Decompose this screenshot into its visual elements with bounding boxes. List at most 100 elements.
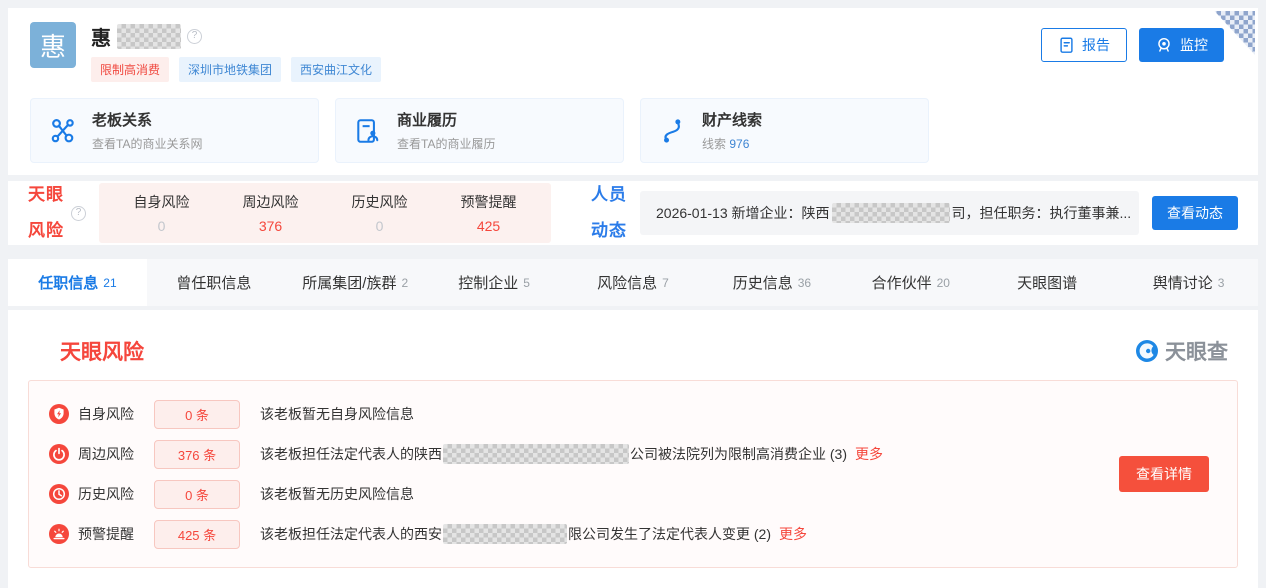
tab-tianyan-graph[interactable]: 天眼图谱: [980, 259, 1119, 306]
risk-stats-box: 自身风险 0 周边风险 376 历史风险 0 预警提醒 425: [99, 183, 551, 243]
header-actions: 报告 监控: [1041, 28, 1224, 62]
redacted-company-blur: [443, 444, 629, 464]
name-row: 惠 ?: [91, 22, 381, 50]
clue-count-value: 976: [729, 137, 749, 151]
tag-shenzhen-metro-group[interactable]: 深圳市地铁集团: [179, 57, 281, 82]
promo-card-text: 财产线索 线索 976: [702, 109, 762, 152]
stat-peripheral-risk[interactable]: 周边风险 376: [216, 192, 325, 234]
more-link[interactable]: 更多: [779, 524, 807, 544]
tab-count: 7: [662, 276, 669, 290]
redacted-company-blur: [832, 203, 950, 223]
name-help-icon[interactable]: ?: [187, 29, 202, 44]
risk-row-label: 自身风险: [78, 404, 142, 424]
risk-text-suffix: 限公司发生了法定代表人变更 (2): [568, 524, 771, 544]
stat-label: 预警提醒: [434, 192, 543, 212]
personnel-dynamics-logo: 人员 动态: [591, 168, 627, 258]
report-document-icon: [1058, 36, 1075, 54]
tab-count: 20: [937, 276, 950, 290]
tab-count: 36: [798, 276, 811, 290]
stat-value: 376: [216, 218, 325, 234]
report-button[interactable]: 报告: [1041, 28, 1127, 62]
card-boss-relations[interactable]: 老板关系 查看TA的商业关系网: [30, 98, 319, 163]
report-button-label: 报告: [1082, 35, 1110, 55]
tab-count: 21: [103, 276, 116, 290]
risk-row-history: 历史风险 0 条 该老板暂无历史风险信息: [49, 474, 997, 514]
stat-value: 0: [325, 218, 434, 234]
stat-value: 0: [107, 218, 216, 234]
avatar: 惠: [30, 22, 76, 68]
tags-row: 限制高消费 深圳市地铁集团 西安曲江文化: [91, 57, 381, 82]
dynamics-news-box: 2026-01-13 新增企业：陕西 司，担任职务：执行董事兼...: [640, 191, 1139, 235]
risk-row-text: 该老板暂无自身风险信息: [260, 404, 414, 424]
risk-text-suffix: 公司被法院列为限制高消费企业 (3): [630, 444, 847, 464]
risk-text-prefix: 该老板担任法定代表人的西安: [260, 524, 442, 544]
header-info: 惠 ? 限制高消费 深圳市地铁集团 西安曲江文化: [91, 22, 381, 82]
tianyancha-brand-logo: 天眼查: [1136, 336, 1228, 366]
stat-label: 周边风险: [216, 192, 325, 212]
redacted-company-blur: [443, 524, 567, 544]
promo-cards-row: 老板关系 查看TA的商业关系网 商业履历 查看TA的商业履历 财产线索: [30, 98, 1236, 163]
tianyan-risk-logo-line2: 风险: [28, 222, 64, 240]
person-name: 惠: [91, 22, 111, 51]
more-link[interactable]: 更多: [855, 444, 883, 464]
alarm-icon: [49, 524, 69, 544]
risk-content-card: 天眼风险 天眼查 自身风险 0 条 该老板暂无自身风险信息: [8, 310, 1258, 588]
tab-partners[interactable]: 合作伙伴20: [841, 259, 980, 306]
tab-label: 风险信息: [597, 272, 657, 293]
risk-row-text: 该老板担任法定代表人的西安 限公司发生了法定代表人变更 (2) 更多: [260, 524, 807, 544]
stat-value: 425: [434, 218, 543, 234]
tab-former-positions[interactable]: 曾任职信息: [147, 259, 286, 306]
section-title: 天眼风险: [60, 336, 144, 366]
monitor-button[interactable]: 监控: [1139, 28, 1224, 62]
risk-text-prefix: 该老板担任法定代表人的陕西: [260, 444, 442, 464]
card-business-resume[interactable]: 商业履历 查看TA的商业履历: [335, 98, 624, 163]
tab-controlled-companies[interactable]: 控制企业5: [425, 259, 564, 306]
view-details-button[interactable]: 查看详情: [1119, 456, 1209, 492]
tab-count: 2: [401, 276, 408, 290]
tag-xian-qujiang-culture[interactable]: 西安曲江文化: [291, 57, 381, 82]
card-property-clues[interactable]: 财产线索 线索 976: [640, 98, 929, 163]
redacted-name-blur: [117, 24, 181, 49]
risk-row-warning: 预警提醒 425 条 该老板担任法定代表人的西安 限公司发生了法定代表人变更 (…: [49, 514, 997, 554]
tianyancha-brand-text: 天眼查: [1165, 336, 1228, 366]
stat-label: 历史风险: [325, 192, 434, 212]
power-icon: [49, 444, 69, 464]
tab-public-opinion[interactable]: 舆情讨论3: [1119, 259, 1258, 306]
risk-row-self: 自身风险 0 条 该老板暂无自身风险信息: [49, 394, 997, 434]
stat-history-risk[interactable]: 历史风险 0: [325, 192, 434, 234]
risk-help-icon[interactable]: ?: [71, 206, 86, 221]
shield-bolt-icon: [49, 404, 69, 424]
risk-count-badge: 0 条: [154, 480, 240, 509]
tab-risk-info[interactable]: 风险信息 7: [564, 259, 703, 306]
tab-group-affiliation[interactable]: 所属集团/族群 2: [286, 259, 425, 306]
risk-row-label: 历史风险: [78, 484, 142, 504]
tab-label: 所属集团/族群: [302, 272, 396, 293]
tab-positions[interactable]: 任职信息21: [8, 259, 147, 306]
promo-card-subtitle: 查看TA的商业履历: [397, 135, 495, 152]
clue-count-label: 线索: [702, 137, 726, 151]
promo-card-title: 老板关系: [92, 109, 202, 130]
clue-icon: [659, 117, 687, 145]
risk-text-prefix: 该老板暂无自身风险信息: [260, 404, 414, 424]
stat-warning-reminder[interactable]: 预警提醒 425: [434, 192, 543, 234]
promo-card-subtitle: 线索 976: [702, 135, 762, 152]
promo-card-subtitle: 查看TA的商业关系网: [92, 135, 202, 152]
stat-label: 自身风险: [107, 192, 216, 212]
risk-row-text: 该老板暂无历史风险信息: [260, 484, 414, 504]
tab-history-info[interactable]: 历史信息36: [702, 259, 841, 306]
monitor-camera-icon: [1155, 36, 1173, 54]
tianyan-risk-logo: 天眼 风险: [28, 168, 64, 258]
stat-self-risk[interactable]: 自身风险 0: [107, 192, 216, 234]
tag-consumption-restriction[interactable]: 限制高消费: [91, 57, 169, 82]
view-dynamics-button[interactable]: 查看动态: [1152, 196, 1238, 230]
content-head: 天眼风险 天眼查: [8, 336, 1258, 366]
profile-tab-bar: 任职信息21 曾任职信息 所属集团/族群 2 控制企业5 风险信息 7 历史信息36…: [8, 259, 1258, 306]
promo-card-title: 财产线索: [702, 109, 762, 130]
risk-row-label: 预警提醒: [78, 524, 142, 544]
risk-summary-band: 天眼 风险 ? 自身风险 0 周边风险 376 历史风险 0 预警提醒 425 …: [8, 181, 1258, 245]
promo-card-text: 老板关系 查看TA的商业关系网: [92, 109, 202, 152]
tab-label: 天眼图谱: [1017, 272, 1077, 293]
risk-detail-panel: 自身风险 0 条 该老板暂无自身风险信息 周边风险 376 条 该老板担任法定代…: [28, 380, 1238, 568]
tab-count: 3: [1218, 276, 1225, 290]
tab-label: 控制企业: [458, 272, 518, 293]
